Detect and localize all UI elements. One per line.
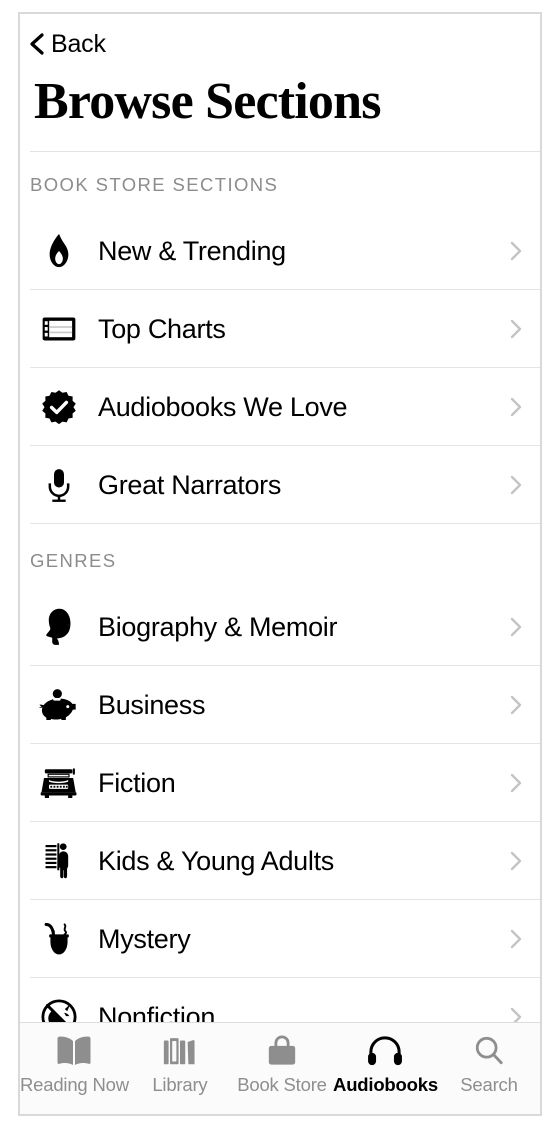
list-item-new-and-trending[interactable]: New & Trending xyxy=(20,212,540,291)
list-item-great-narrators[interactable]: Great Narrators xyxy=(20,446,540,525)
page-title: Browse Sections xyxy=(34,73,382,130)
tab-label: Library xyxy=(152,1074,208,1095)
list-item-fiction[interactable]: Fiction xyxy=(20,744,540,823)
tab-library[interactable]: Library xyxy=(129,1023,231,1096)
list-item-audiobooks-we-love[interactable]: Audiobooks We Love xyxy=(20,368,540,447)
list-item-biography-and-memoir[interactable]: Biography & Memoir xyxy=(20,588,540,667)
phone-screen: Back Browse Sections BOOK STORE SECTIONS… xyxy=(0,0,560,1128)
list-item-mystery[interactable]: Mystery xyxy=(20,900,540,979)
tab-reading-now[interactable]: Reading Now xyxy=(20,1023,129,1096)
chevron-right-icon xyxy=(492,395,540,419)
list-item-label: New & Trending xyxy=(98,235,286,266)
tab-label: Book Store xyxy=(237,1074,327,1095)
chevron-right-icon xyxy=(492,473,540,497)
chart-list-icon xyxy=(20,315,98,343)
list-item-label: Top Charts xyxy=(98,313,226,344)
row-separator xyxy=(30,523,540,525)
tab-search[interactable]: Search xyxy=(438,1023,540,1096)
list-item-label: Biography & Memoir xyxy=(98,611,338,642)
smoking-pipe-icon xyxy=(20,919,98,959)
tab-label: Search xyxy=(460,1074,518,1095)
typewriter-icon xyxy=(20,767,98,799)
chevron-right-icon xyxy=(492,317,540,341)
section-header-book-store: BOOK STORE SECTIONS xyxy=(30,174,279,196)
list-item-label: Fiction xyxy=(98,767,176,798)
seal-checkmark-icon xyxy=(20,389,98,425)
chevron-right-icon xyxy=(492,693,540,717)
list-item-business[interactable]: Business xyxy=(20,666,540,745)
chevron-right-icon xyxy=(492,849,540,873)
profile-silhouette-icon xyxy=(20,607,98,647)
microphone-icon xyxy=(20,466,98,504)
list-item-top-charts[interactable]: Top Charts xyxy=(20,290,540,369)
chevron-right-icon xyxy=(492,771,540,795)
tab-label: Reading Now xyxy=(20,1074,129,1095)
chevron-right-icon xyxy=(492,239,540,263)
list-item-label: Business xyxy=(98,689,206,720)
back-button[interactable]: Back xyxy=(26,28,106,60)
magnifier-icon xyxy=(473,1031,505,1071)
sections-list[interactable]: BOOK STORE SECTIONS New & Trending Top C… xyxy=(20,152,540,1043)
flame-icon xyxy=(20,232,98,270)
navigation-bar: Back xyxy=(20,14,540,72)
list-item-label: Great Narrators xyxy=(98,469,282,500)
tab-audiobooks[interactable]: Audiobooks xyxy=(333,1023,438,1096)
back-button-label: Back xyxy=(51,29,106,58)
list-item-label: Mystery xyxy=(98,923,191,954)
chevron-right-icon xyxy=(492,927,540,951)
tab-bar: Reading Now Library Book Store Audiobook… xyxy=(20,1022,540,1114)
section-header-genres: GENRES xyxy=(30,550,117,572)
chevron-right-icon xyxy=(492,615,540,639)
open-book-icon xyxy=(54,1031,94,1071)
shopping-bag-icon xyxy=(265,1031,299,1071)
chevron-left-icon xyxy=(26,31,48,57)
child-height-chart-icon xyxy=(20,841,98,881)
bookshelf-icon xyxy=(161,1031,199,1071)
piggy-bank-icon xyxy=(20,688,98,722)
app-window: Back Browse Sections BOOK STORE SECTIONS… xyxy=(18,12,542,1116)
list-item-label: Audiobooks We Love xyxy=(98,391,348,422)
tab-book-store[interactable]: Book Store xyxy=(231,1023,333,1096)
tab-label: Audiobooks xyxy=(333,1074,438,1095)
list-item-kids-and-young-adults[interactable]: Kids & Young Adults xyxy=(20,822,540,901)
list-item-label: Kids & Young Adults xyxy=(98,845,334,876)
headphones-icon xyxy=(366,1031,404,1071)
